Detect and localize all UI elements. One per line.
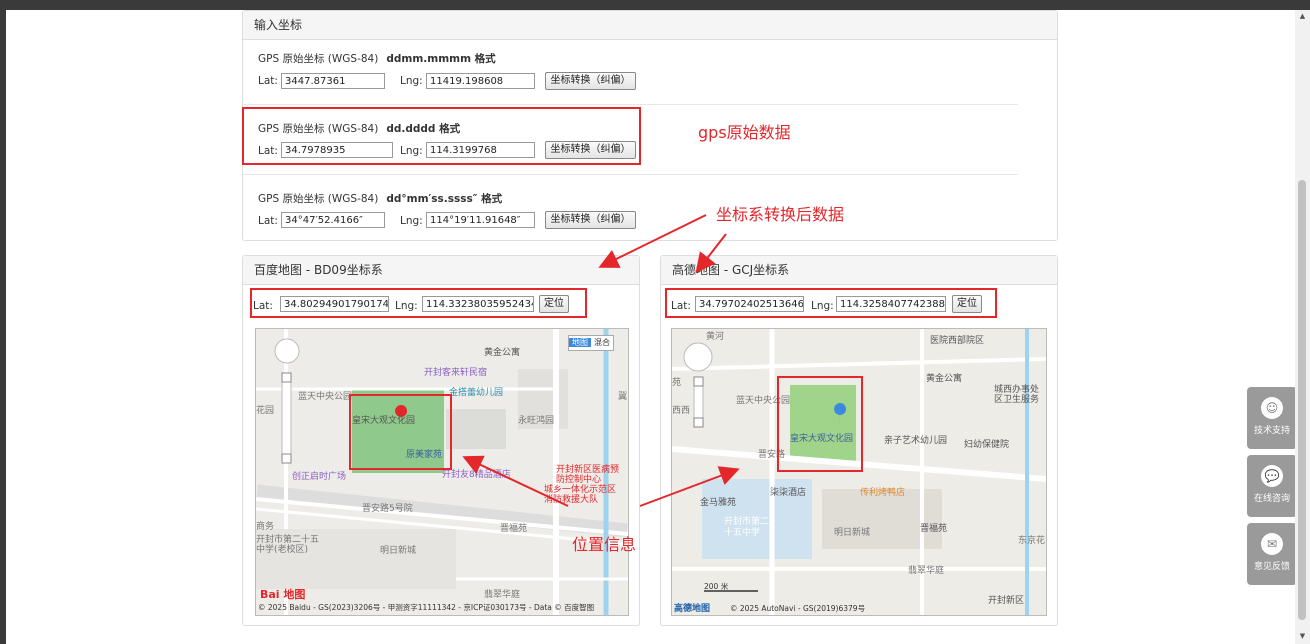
tech-support-label: 技术支持 <box>1253 426 1290 436</box>
map-label: 晋安路5号院 <box>362 504 413 514</box>
map-label: 金搭蕾幼儿园 <box>449 388 504 398</box>
map-label: 翡翠华庭 <box>908 566 945 576</box>
map-label: 黄金公寓 <box>926 374 963 384</box>
highlight-baidu-position <box>349 394 452 470</box>
chat-icon: 💬 <box>1261 465 1283 487</box>
amap-copyright: © 2025 AutoNavi - GS(2019)6379号 <box>730 604 866 613</box>
annotation-gps-raw: gps原始数据 <box>698 123 791 142</box>
scroll-thumb[interactable] <box>1298 180 1306 620</box>
map-label: 晋福苑 <box>920 524 948 534</box>
scroll-up-icon[interactable]: ▲ <box>1298 12 1307 20</box>
row1-lat-label: Lat: <box>258 75 278 87</box>
map-label: 东京花 <box>1018 536 1046 546</box>
map-label: 亲子艺术幼儿园 <box>884 436 948 446</box>
map-label: 金马雅苑 <box>700 498 737 508</box>
map-label: 开封客来轩民宿 <box>424 368 488 378</box>
feedback-label: 意见反馈 <box>1253 562 1290 572</box>
row1-lng-label: Lng: <box>400 75 423 87</box>
map-label: 妇幼保健院 <box>964 440 1010 450</box>
panel-title: 高德地图 - GCJ坐标系 <box>661 256 1057 285</box>
map-label: 传利烤鸭店 <box>860 488 906 498</box>
monkey-icon: ☺ <box>1261 397 1283 419</box>
map-label: 黄金公寓 <box>484 348 521 358</box>
amap-logo: 高德地图 <box>674 604 711 614</box>
highlight-amap-coords <box>665 288 997 318</box>
map-label: 晋福苑 <box>500 524 528 534</box>
annotation-converted: 坐标系转换后数据 <box>716 205 845 224</box>
map-label: 医院西部院区 <box>930 336 985 346</box>
row1-title: GPS 原始坐标 (WGS-84) ddmm.mmmm 格式 <box>258 53 496 65</box>
row3-lng-label: Lng: <box>400 215 423 227</box>
map-label: 永旺鸿园 <box>518 416 555 426</box>
panel-title: 输入坐标 <box>243 11 1057 40</box>
annotation-position: 位置信息 <box>572 535 637 554</box>
highlight-baidu-coords <box>250 288 587 318</box>
baidu-copyright: © 2025 Baidu - GS(2023)3206号 - 甲测资字11111… <box>258 603 595 612</box>
map-label: 开封新区医病预防控制中心 <box>556 465 620 485</box>
map-label: 商务 <box>256 522 275 532</box>
map-label: 花园 <box>256 406 275 416</box>
map-label: 城西办事处区卫生服务 <box>994 385 1040 405</box>
baidu-map[interactable]: 地图 混合 黄金公寓 开封客来轩民宿 金搭蕾幼儿园 蓝天中央公园 花园 永旺鸿园 … <box>255 328 629 616</box>
row1-convert-button[interactable]: 坐标转换（纠偏） <box>545 72 636 90</box>
row1-lat-input[interactable]: 3447.87361 <box>281 73 385 89</box>
map-label: 开封市第二十五中学(老校区) <box>256 535 320 555</box>
amap-map[interactable]: 医院西部院区 黄金公寓 蓝天中央公园 西西 城西办事处区卫生服务 皇宋大观文化园… <box>671 328 1047 616</box>
online-consult-label: 在线咨询 <box>1253 494 1290 504</box>
baidu-map-type-switch: 地图 混合 <box>568 335 614 351</box>
map-label: 开封新区 <box>988 596 1025 606</box>
map-label: 明日新城 <box>834 528 871 538</box>
tech-support-button[interactable]: ☺ 技术支持 <box>1247 387 1297 449</box>
map-label: 创正启时广场 <box>292 472 347 482</box>
highlight-amap-position <box>777 376 863 472</box>
amap-scale: 200 米 <box>704 582 729 591</box>
highlight-gps-row <box>242 107 641 165</box>
row3-title: GPS 原始坐标 (WGS-84) dd°mm′ss.ssss″ 格式 <box>258 193 503 205</box>
map-label: 城乡一体化示范区消防救援大队 <box>544 485 617 505</box>
map-label: 蓝天中央公园 <box>298 392 353 402</box>
map-type-map-button[interactable]: 地图 <box>569 338 591 347</box>
map-label: 苑 <box>672 378 682 388</box>
divider <box>243 174 1018 175</box>
vertical-scrollbar[interactable]: ▲ ▼ <box>1295 10 1310 644</box>
divider <box>243 104 1018 105</box>
map-label: 明日新城 <box>380 546 417 556</box>
map-label: 开封市第二十五中学 <box>724 517 770 538</box>
map-label: 柒柒酒店 <box>770 488 807 498</box>
page-content: 输入坐标 GPS 原始坐标 (WGS-84) ddmm.mmmm 格式 Lat: … <box>6 10 1297 644</box>
row1-lng-input[interactable]: 11419.198608 <box>426 73 535 89</box>
feedback-button[interactable]: ✉ 意见反馈 <box>1247 523 1297 585</box>
panel-title: 百度地图 - BD09坐标系 <box>243 256 639 285</box>
baidu-logo: Bai 地图 <box>260 588 306 601</box>
amap-map-graphics <box>672 329 1046 615</box>
feedback-icon: ✉ <box>1261 533 1283 555</box>
map-label: 西西 <box>672 406 691 416</box>
row3-lng-input[interactable]: 114°19′11.91648″ <box>426 212 535 228</box>
map-label: 冀 <box>618 392 628 402</box>
window-frame-top <box>0 0 1310 10</box>
map-label: 开封友8精品酒店 <box>442 470 511 480</box>
scroll-down-icon[interactable]: ▼ <box>1298 632 1307 640</box>
map-label: 翡翠华庭 <box>484 590 521 600</box>
row3-lat-input[interactable]: 34°47′52.4166″ <box>281 212 385 228</box>
online-consult-button[interactable]: 💬 在线咨询 <box>1247 455 1297 517</box>
row3-lat-label: Lat: <box>258 215 278 227</box>
map-type-hybrid-button[interactable]: 混合 <box>591 338 613 347</box>
map-label: 黄河 <box>706 332 725 342</box>
row3-convert-button[interactable]: 坐标转换（纠偏） <box>545 211 636 229</box>
